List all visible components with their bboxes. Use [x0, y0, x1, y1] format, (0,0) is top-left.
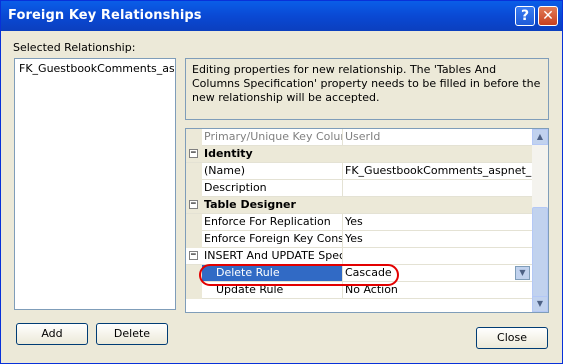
- property-value[interactable]: [343, 248, 533, 264]
- close-window-button[interactable]: ✕: [538, 6, 558, 26]
- list-item[interactable]: FK_GuestbookComments_aspnet: [19, 62, 174, 75]
- property-value[interactable]: Yes: [343, 214, 533, 230]
- delete-button[interactable]: Delete: [96, 323, 168, 345]
- category-label: Identity: [204, 147, 253, 160]
- property-name: Enforce Foreign Key Constra: [202, 231, 343, 247]
- close-button[interactable]: Close: [476, 327, 548, 349]
- property-name: (Name): [202, 163, 343, 179]
- delete-rule-highlight: [199, 264, 399, 286]
- collapse-icon[interactable]: −: [189, 251, 198, 260]
- category-identity[interactable]: − Identity: [186, 146, 533, 163]
- collapse-icon[interactable]: −: [189, 149, 198, 158]
- property-row-name[interactable]: (Name) FK_GuestbookComments_aspnet_Users: [186, 163, 533, 180]
- property-value[interactable]: [343, 180, 533, 196]
- category-table-designer[interactable]: − Table Designer: [186, 197, 533, 214]
- help-button[interactable]: ?: [515, 6, 535, 26]
- property-row-insert-update[interactable]: − INSERT And UPDATE Specific: [186, 248, 533, 265]
- property-value[interactable]: Yes: [343, 231, 533, 247]
- vertical-scrollbar[interactable]: ▲ ▼: [532, 129, 548, 312]
- info-message: Editing properties for new relationship.…: [185, 58, 549, 120]
- add-button[interactable]: Add: [16, 323, 88, 345]
- scroll-up-icon[interactable]: ▲: [532, 129, 548, 145]
- property-row-primary-key[interactable]: Primary/Unique Key Colun UserId: [186, 129, 533, 146]
- window-title: Foreign Key Relationships: [8, 8, 202, 23]
- selected-relationship-label: Selected Relationship:: [13, 41, 136, 54]
- scroll-thumb[interactable]: [532, 207, 548, 297]
- property-row-enforce-fk[interactable]: Enforce Foreign Key Constra Yes: [186, 231, 533, 248]
- property-row-description[interactable]: Description: [186, 180, 533, 197]
- property-name: Enforce For Replication: [202, 214, 343, 230]
- property-value[interactable]: UserId: [343, 129, 533, 145]
- scroll-down-icon[interactable]: ▼: [532, 296, 548, 312]
- property-value[interactable]: FK_GuestbookComments_aspnet_Users: [343, 163, 533, 179]
- chevron-down-icon[interactable]: ▼: [515, 266, 530, 280]
- property-name: Primary/Unique Key Colun: [204, 129, 343, 145]
- collapse-icon[interactable]: −: [189, 200, 198, 209]
- property-name: INSERT And UPDATE Specific: [204, 248, 343, 264]
- relationship-list[interactable]: FK_GuestbookComments_aspnet: [14, 58, 176, 310]
- title-bar[interactable]: Foreign Key Relationships ? ✕: [1, 1, 562, 31]
- property-name: Description: [202, 180, 343, 196]
- category-label: Table Designer: [204, 198, 296, 211]
- property-row-enforce-replication[interactable]: Enforce For Replication Yes: [186, 214, 533, 231]
- dialog-window: Foreign Key Relationships ? ✕ Selected R…: [0, 0, 563, 364]
